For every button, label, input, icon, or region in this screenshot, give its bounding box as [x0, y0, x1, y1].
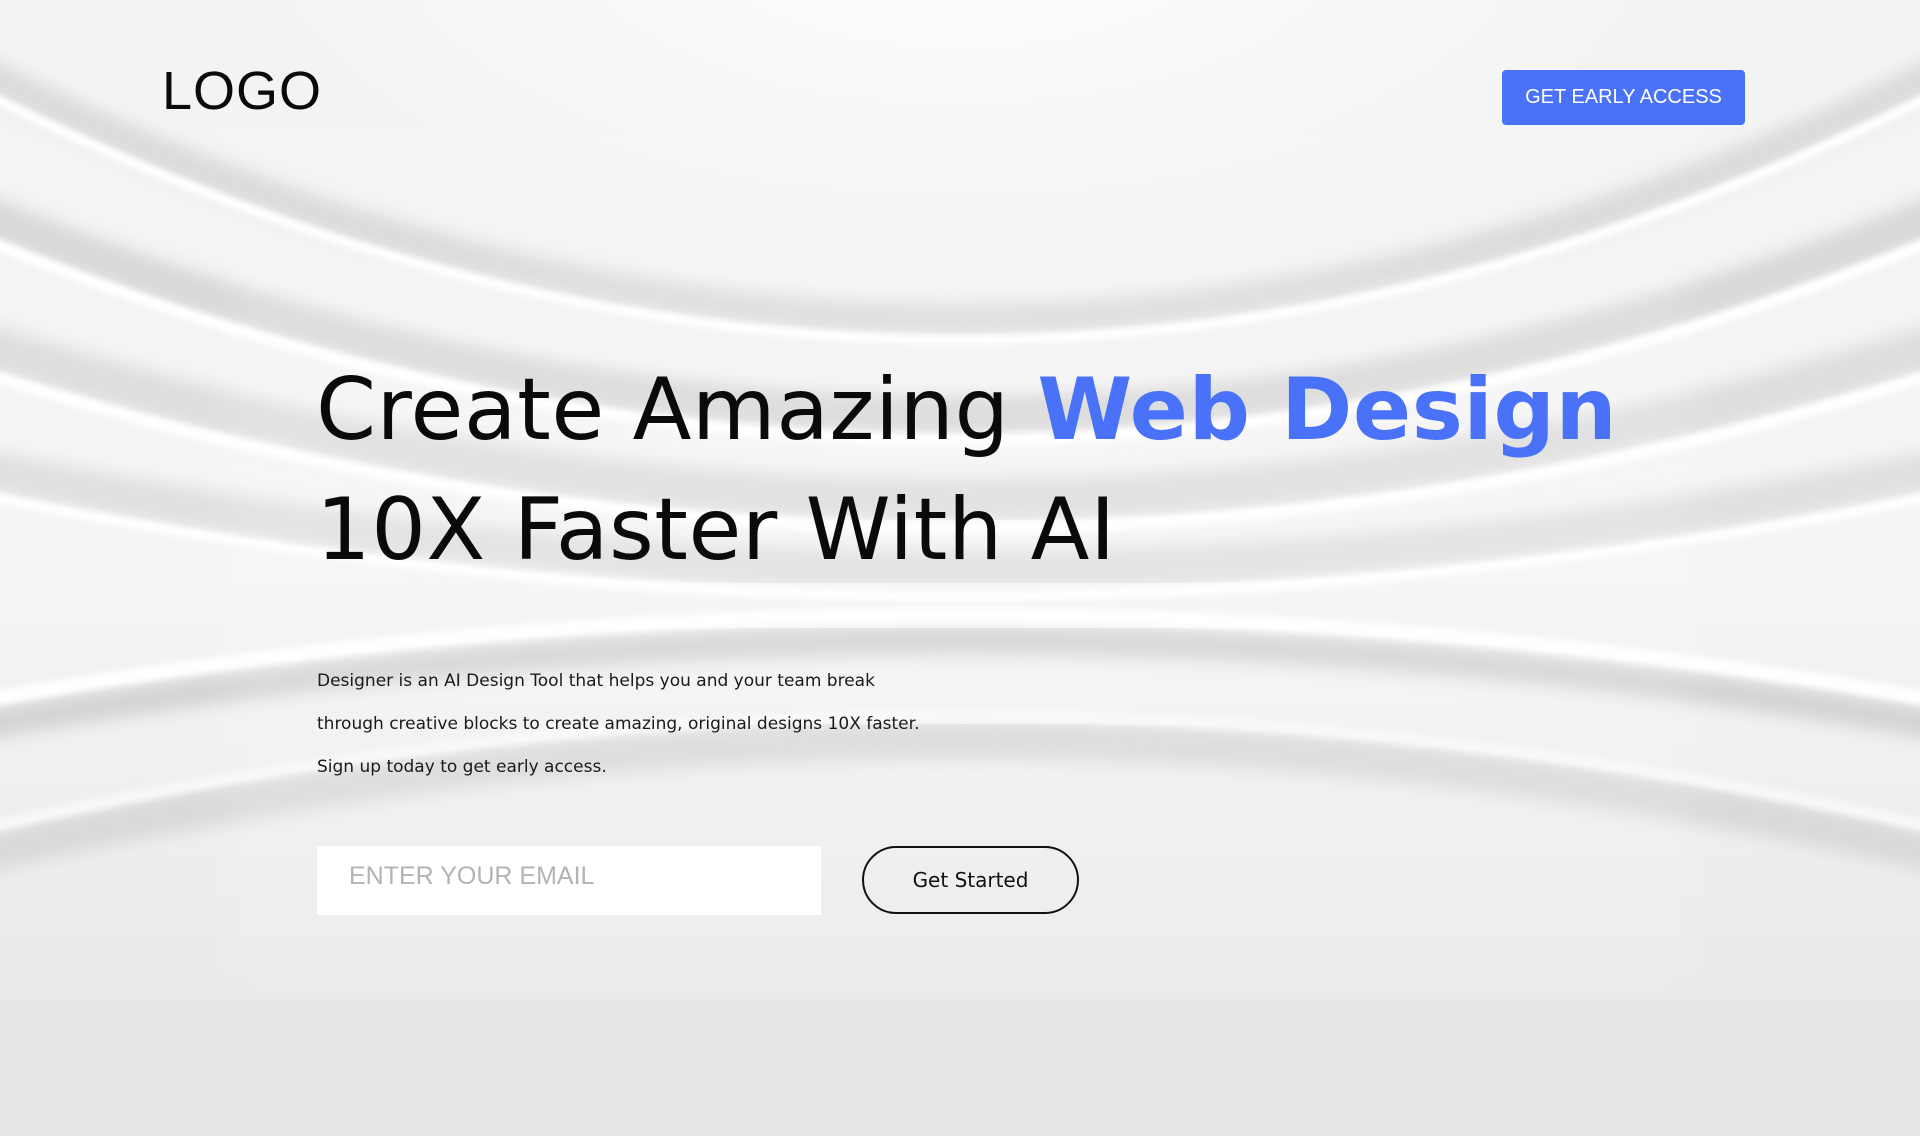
description-line: Designer is an AI Design Tool that helps… [317, 671, 875, 691]
headline-line-2: 10X Faster With AI [316, 480, 1116, 580]
hero-headline: Create Amazing Web Design 10X Faster Wit… [316, 350, 1617, 590]
hero-description: Designer is an AI Design Tool that helps… [317, 660, 957, 789]
get-early-access-button[interactable]: GET EARLY ACCESS [1502, 70, 1745, 125]
headline-accent: Web Design [1037, 360, 1618, 460]
get-started-button[interactable]: Get Started [862, 846, 1079, 914]
description-line: through creative blocks to create amazin… [317, 714, 920, 734]
description-line: Sign up today to get early access. [317, 757, 607, 777]
headline-text: Create Amazing [316, 360, 1038, 460]
logo[interactable]: LOGO [162, 64, 322, 118]
headline-line-1: Create Amazing Web Design [316, 360, 1617, 460]
email-input[interactable] [317, 846, 821, 915]
